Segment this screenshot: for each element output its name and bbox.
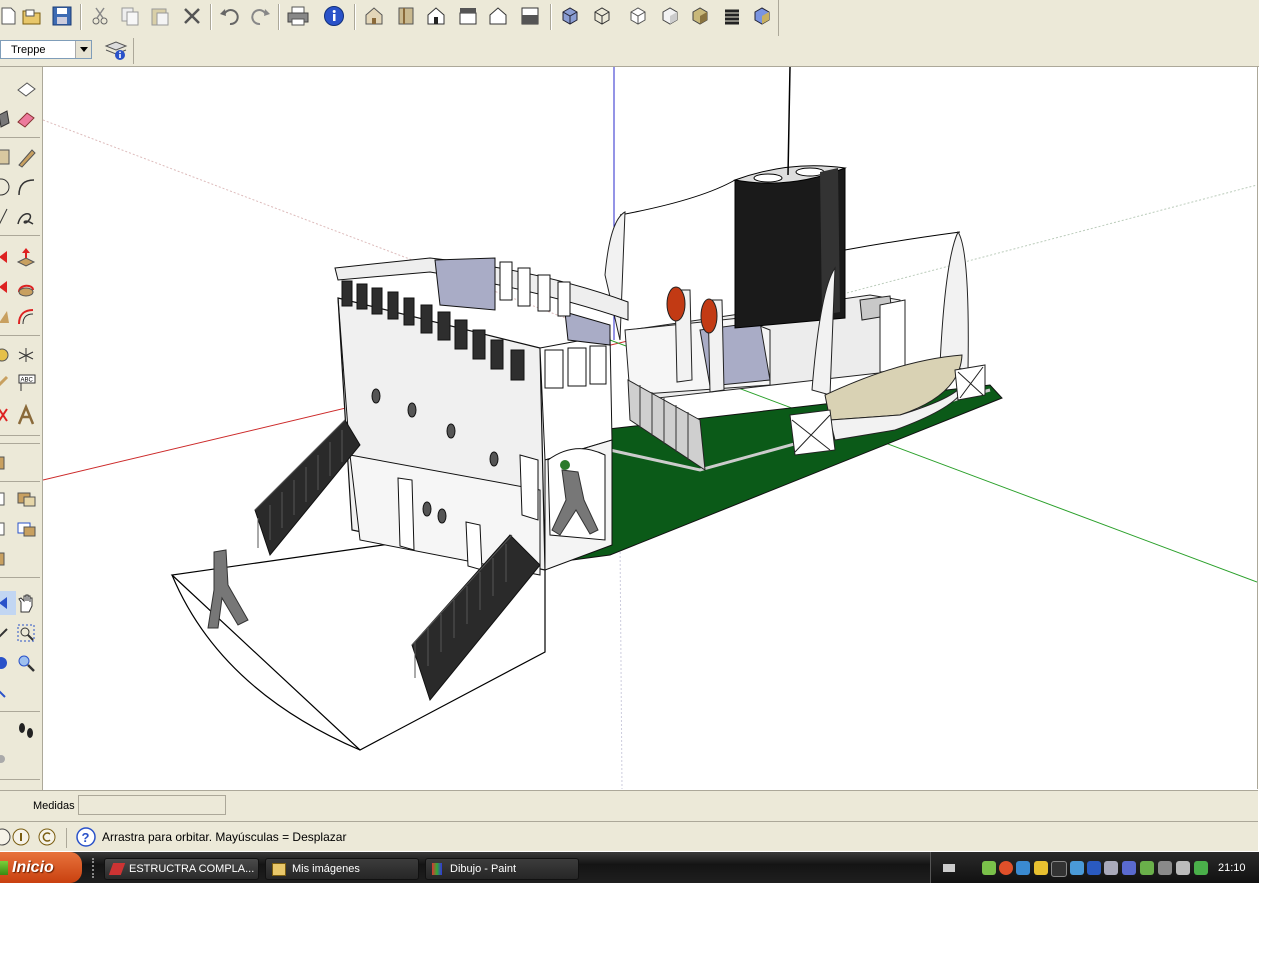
arc-icon[interactable] [14,175,38,199]
model-canvas [43,67,1257,789]
measurements-label: Medidas [33,800,75,812]
make-component-icon[interactable] [14,487,38,511]
svg-text:?: ? [82,830,90,845]
pencil-icon[interactable] [14,145,38,169]
zoom-extents-icon[interactable] [14,651,38,675]
shaded-icon[interactable] [656,2,684,30]
erase-icon[interactable] [178,2,206,30]
shield-icon[interactable] [1034,861,1048,875]
hidden-line-icon[interactable] [624,2,652,30]
paint-bucket-icon[interactable] [0,107,16,131]
face-style-icon[interactable] [748,2,776,30]
layers-toolbar: Treppe [0,36,1260,67]
main-toolbar [0,0,1260,37]
zoom-window-icon[interactable] [14,621,38,645]
print-icon[interactable] [284,2,312,30]
keyboard-icon[interactable] [943,864,955,872]
position-camera-icon[interactable] [0,681,16,705]
tray-app-icon[interactable] [1087,861,1101,875]
pan-icon[interactable] [14,591,38,615]
freehand-icon[interactable] [14,205,38,229]
look-around-icon[interactable] [0,747,16,771]
volume-icon[interactable] [1176,861,1190,875]
left-stairs [254,419,361,557]
tray-app-icon[interactable] [1016,861,1030,875]
tray-app-icon[interactable] [1051,861,1067,877]
iso-view-icon[interactable] [360,2,388,30]
right-view-icon[interactable] [454,2,482,30]
viewport[interactable] [43,67,1258,789]
eraser-icon[interactable] [14,107,38,131]
copy-icon[interactable] [116,2,144,30]
save-icon[interactable] [48,2,76,30]
layer-select-value: Treppe [11,44,46,56]
model-info-icon[interactable] [320,2,348,30]
offset-icon[interactable] [14,305,38,329]
select-icon[interactable] [14,77,38,101]
status-bar: ? Arrastra para orbitar. Mayúsculas = De… [0,825,1258,851]
redo-icon[interactable] [246,2,274,30]
text-icon[interactable]: ABC [14,371,38,395]
axes-icon[interactable] [14,343,38,367]
follow-me-icon[interactable] [14,275,38,299]
clock: 21:10 [1218,862,1246,874]
tray-app-icon[interactable] [1158,861,1172,875]
task-paint[interactable]: Dibujo - Paint [425,858,579,880]
3d-text-icon[interactable] [14,403,38,427]
task-mis-imagenes[interactable]: Mis imágenes [265,858,419,880]
task-label: Mis imágenes [292,863,360,875]
tray-app-icon[interactable] [1140,861,1154,875]
walk-icon[interactable] [14,719,38,743]
tool-palette: ABC [0,67,43,791]
tray-app-icon[interactable] [1194,861,1208,875]
davit-left [604,211,626,341]
left-view-icon[interactable] [516,2,544,30]
tray-app-icon[interactable] [1122,861,1136,875]
help-icon[interactable]: ? [75,826,97,848]
outliner-icon[interactable] [14,517,38,541]
start-label: Inicio [12,858,54,876]
credits-icon[interactable] [11,827,31,847]
desktop-blank [0,884,1280,960]
measurements-input[interactable] [78,795,226,815]
back-view-icon[interactable] [484,2,512,30]
start-button[interactable]: Inicio [0,852,82,883]
layer-select[interactable]: Treppe [0,40,92,59]
wireframe-icon[interactable] [588,2,616,30]
tray-app-icon[interactable] [999,861,1013,875]
tray-app-icon[interactable] [1070,861,1084,875]
right-edge [1259,0,1280,884]
task-label: ESTRUCTRA COMPLA... [129,863,255,875]
xray-icon[interactable] [556,2,584,30]
davit-right [939,230,969,371]
task-label: Dibujo - Paint [450,863,517,875]
front-view-icon[interactable] [422,2,450,30]
copyright-icon[interactable] [37,827,57,847]
paste-icon[interactable] [146,2,174,30]
status-hint: Arrastra para orbitar. Mayúsculas = Desp… [102,830,347,844]
chevron-down-icon[interactable] [75,41,91,58]
undo-icon[interactable] [216,2,244,30]
cut-icon[interactable] [86,2,114,30]
network-icon[interactable] [1104,861,1118,875]
top-view-icon[interactable] [392,2,420,30]
tray-app-icon[interactable] [982,861,996,875]
open-icon[interactable] [18,2,46,30]
windows-logo-icon [0,860,8,875]
section-plane-icon[interactable] [0,451,16,475]
folder-icon [272,862,286,876]
layer-manager-icon[interactable] [104,38,128,62]
monochrome-icon[interactable] [718,2,746,30]
shaded-textures-icon[interactable] [686,2,714,30]
paint-app-icon [432,863,442,875]
svg-text:ABC: ABC [21,378,34,384]
layers-icon[interactable] [0,547,16,571]
person-left [207,549,249,629]
sketchup-app-icon [108,863,126,875]
push-pull-icon[interactable] [14,245,38,269]
measurements-bar: Medidas [0,790,1258,825]
task-sketchup[interactable]: ESTRUCTRA COMPLA... [104,858,259,880]
